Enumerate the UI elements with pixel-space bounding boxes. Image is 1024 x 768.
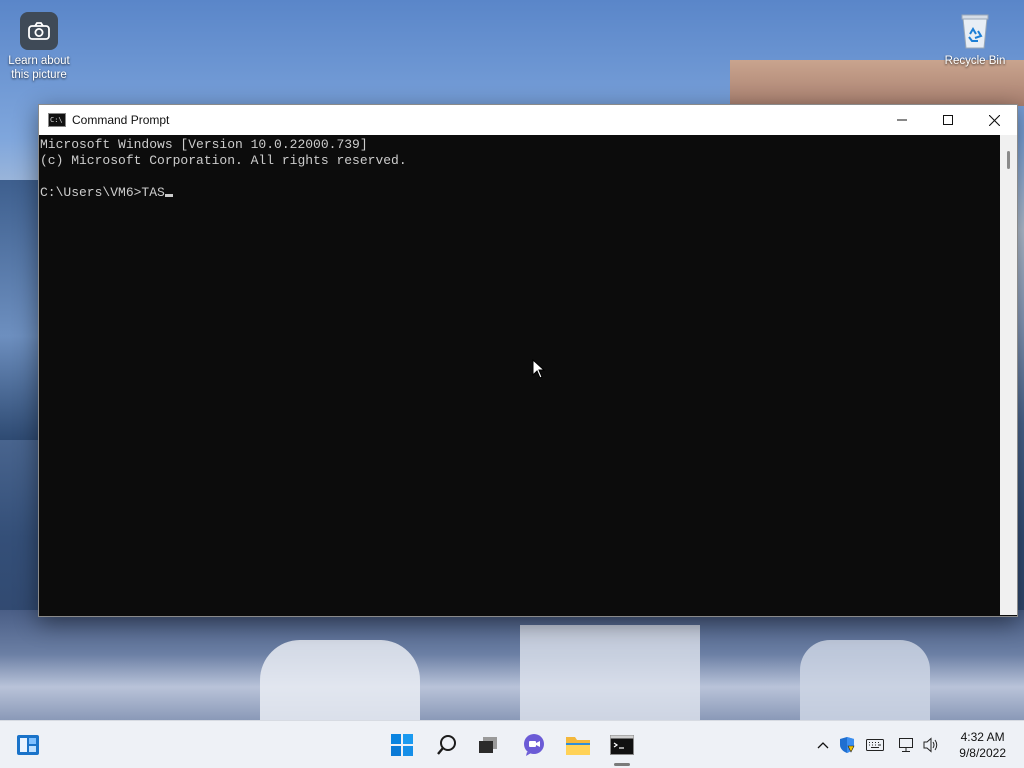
mouse-pointer-icon: [532, 359, 546, 379]
clock[interactable]: 4:32 AM 9/8/2022: [959, 729, 1006, 761]
keyboard-icon: [866, 739, 884, 751]
active-app-indicator: [614, 763, 630, 766]
vertical-scrollbar[interactable]: [1000, 135, 1017, 615]
start-button[interactable]: [386, 729, 418, 761]
desktop-icon-label: Learn about this picture: [8, 55, 70, 81]
command-prompt-icon: [610, 735, 634, 755]
console-input-line[interactable]: C:\Users\VM6>TAS: [40, 185, 999, 201]
widgets-icon: [17, 735, 39, 755]
widgets-button[interactable]: [12, 729, 44, 761]
search-button[interactable]: [431, 729, 463, 761]
windows-start-icon: [391, 734, 413, 756]
chevron-up-icon: [817, 742, 829, 749]
command-prompt-taskbar-button[interactable]: [606, 729, 638, 761]
console-line: ​: [40, 169, 999, 185]
desktop-icon-label: Recycle Bin: [944, 55, 1006, 67]
wallpaper-house: [800, 640, 930, 720]
close-icon: [988, 114, 1000, 126]
maximize-icon: [943, 115, 953, 125]
show-hidden-icons-button[interactable]: [812, 729, 834, 761]
command-prompt-window[interactable]: C:\ Command Prompt Microsoft Windows [Ve…: [38, 104, 1018, 617]
wallpaper-house: [260, 640, 420, 720]
console-prompt-text: C:\Users\VM6>TAS: [40, 185, 165, 200]
console-line: (c) Microsoft Corporation. All rights re…: [40, 153, 407, 168]
cmd-icon: C:\: [48, 113, 66, 127]
volume-button[interactable]: [920, 729, 942, 761]
minimize-icon: [897, 119, 907, 121]
desktop-icon-recycle-bin[interactable]: Recycle Bin: [938, 12, 1012, 68]
clock-time: 4:32 AM: [960, 730, 1005, 744]
desktop-icon-learn-about-picture[interactable]: Learn about this picture: [2, 12, 76, 82]
text-cursor: [164, 194, 173, 197]
wallpaper-house: [520, 625, 700, 720]
recycle-bin-icon: [956, 12, 994, 50]
window-title: Command Prompt: [72, 113, 170, 127]
volume-icon: [923, 737, 938, 753]
taskbar: 4:32 AM 9/8/2022: [0, 720, 1024, 768]
network-icon: [899, 738, 913, 752]
task-view-button[interactable]: [472, 729, 504, 761]
network-button[interactable]: [895, 729, 917, 761]
task-view-icon: [479, 737, 497, 753]
file-explorer-button[interactable]: [562, 729, 594, 761]
window-titlebar[interactable]: C:\ Command Prompt: [39, 105, 1017, 135]
console-line: Microsoft Windows [Version 10.0.22000.73…: [40, 137, 368, 152]
console-output[interactable]: Microsoft Windows [Version 10.0.22000.73…: [39, 135, 999, 615]
minimize-button[interactable]: [879, 105, 925, 135]
search-icon: [437, 735, 456, 755]
maximize-button[interactable]: [925, 105, 971, 135]
close-button[interactable]: [971, 105, 1017, 135]
scrollbar-thumb[interactable]: [1007, 151, 1010, 169]
windows-security-button[interactable]: [836, 729, 858, 761]
file-explorer-icon: [566, 737, 590, 755]
clock-date: 9/8/2022: [959, 746, 1006, 760]
chat-button[interactable]: [518, 729, 550, 761]
security-shield-icon: [840, 737, 855, 753]
camera-icon: [20, 12, 58, 50]
chat-icon: [524, 734, 544, 756]
keyboard-button[interactable]: [864, 729, 886, 761]
